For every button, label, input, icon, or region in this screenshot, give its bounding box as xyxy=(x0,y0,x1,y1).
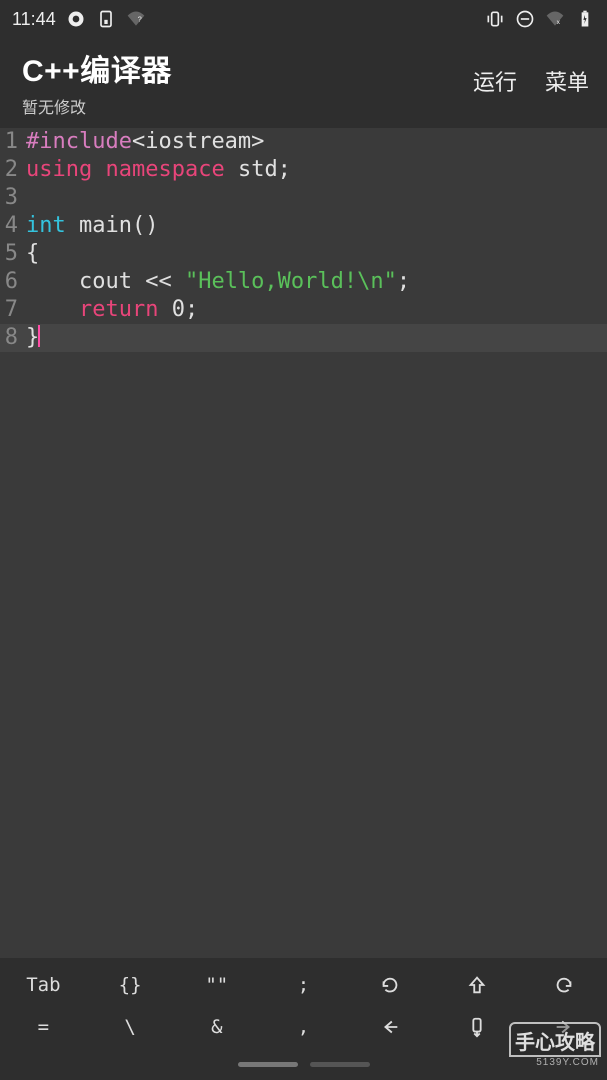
svg-text:?: ? xyxy=(137,15,141,24)
key-symsym[interactable]: "" xyxy=(173,964,260,1006)
line-number: 4 xyxy=(0,212,22,240)
sim-icon xyxy=(96,9,116,29)
back-icon[interactable] xyxy=(347,1006,434,1048)
toolbar-row-1: Tab{}""; xyxy=(0,964,607,1006)
code-line[interactable]: 2using namespace std; xyxy=(0,156,607,184)
line-number: 8 xyxy=(0,324,22,352)
status-bar: 11:44 ? x xyxy=(0,0,607,38)
key-sym[interactable]: , xyxy=(260,1006,347,1048)
nav-pill[interactable] xyxy=(238,1062,298,1067)
code-line[interactable]: 6 cout << "Hello,World!\n"; xyxy=(0,268,607,296)
token xyxy=(26,297,79,322)
line-number: 7 xyxy=(0,296,22,324)
undo-icon[interactable] xyxy=(347,964,434,1006)
line-number: 6 xyxy=(0,268,22,296)
code-content[interactable]: } xyxy=(22,324,607,352)
menu-button[interactable]: 菜单 xyxy=(545,65,589,97)
shift-up-icon[interactable] xyxy=(434,964,521,1006)
key-Tab[interactable]: Tab xyxy=(0,964,87,1006)
token: main() xyxy=(66,213,159,238)
token: namespace xyxy=(105,157,224,182)
key-symsym[interactable]: {} xyxy=(87,964,174,1006)
wifi-off-icon: x xyxy=(545,9,565,29)
dnd-icon xyxy=(515,9,535,29)
status-time: 11:44 xyxy=(12,9,56,30)
vibrate-icon xyxy=(485,9,505,29)
code-line[interactable]: 1#include<iostream> xyxy=(0,128,607,156)
line-number: 1 xyxy=(0,128,22,156)
token: 0; xyxy=(158,297,198,322)
line-number: 5 xyxy=(0,240,22,268)
wifi-weak-icon: ? xyxy=(126,9,146,29)
watermark-text: 手心攻略 xyxy=(509,1022,601,1057)
token: "Hello,World!\n" xyxy=(185,269,397,294)
text-cursor xyxy=(38,325,40,347)
code-editor[interactable]: 1#include<iostream>2using namespace std;… xyxy=(0,128,607,958)
key-sym[interactable]: = xyxy=(0,1006,87,1048)
code-content[interactable] xyxy=(22,184,607,212)
token: <iostream> xyxy=(132,129,264,154)
key-sym[interactable]: \ xyxy=(87,1006,174,1048)
status-right: x xyxy=(485,9,595,29)
token: int xyxy=(26,213,66,238)
token: ; xyxy=(397,269,410,294)
line-number: 3 xyxy=(0,184,22,212)
app-title: C++编译器 xyxy=(22,46,172,90)
code-content[interactable]: #include<iostream> xyxy=(22,128,607,156)
token: using xyxy=(26,157,92,182)
watermark-sub: 5139Y.COM xyxy=(536,1057,599,1068)
redo-icon[interactable] xyxy=(520,964,607,1006)
token: return xyxy=(79,297,158,322)
code-line[interactable]: 8} xyxy=(0,324,607,352)
code-content[interactable]: cout << "Hello,World!\n"; xyxy=(22,268,607,296)
app-header: C++编译器 暂无修改 运行 菜单 xyxy=(0,38,607,128)
nav-pill[interactable] xyxy=(310,1062,370,1067)
code-line[interactable]: 3 xyxy=(0,184,607,212)
clock-circle-icon xyxy=(66,9,86,29)
token: } xyxy=(26,325,39,350)
token: cout << xyxy=(26,269,185,294)
watermark: 手心攻略 5139Y.COM xyxy=(509,1022,601,1068)
line-number: 2 xyxy=(0,156,22,184)
battery-icon xyxy=(575,9,595,29)
run-button[interactable]: 运行 xyxy=(473,65,517,97)
code-line[interactable]: 7 return 0; xyxy=(0,296,607,324)
token: #include xyxy=(26,129,132,154)
key-sym[interactable]: & xyxy=(173,1006,260,1048)
key-sym[interactable]: ; xyxy=(260,964,347,1006)
status-left: 11:44 ? xyxy=(12,9,146,30)
app-subtitle: 暂无修改 xyxy=(22,94,172,118)
code-line[interactable]: 4int main() xyxy=(0,212,607,240)
svg-text:x: x xyxy=(557,19,561,26)
header-title-block: C++编译器 暂无修改 xyxy=(22,46,172,118)
code-line[interactable]: 5{ xyxy=(0,240,607,268)
code-content[interactable]: using namespace std; xyxy=(22,156,607,184)
code-content[interactable]: int main() xyxy=(22,212,607,240)
token xyxy=(92,157,105,182)
code-content[interactable]: return 0; xyxy=(22,296,607,324)
token: std; xyxy=(225,157,291,182)
down-icon[interactable] xyxy=(434,1006,521,1048)
header-actions: 运行 菜单 xyxy=(473,65,589,99)
code-content[interactable]: { xyxy=(22,240,607,268)
token: { xyxy=(26,241,39,266)
